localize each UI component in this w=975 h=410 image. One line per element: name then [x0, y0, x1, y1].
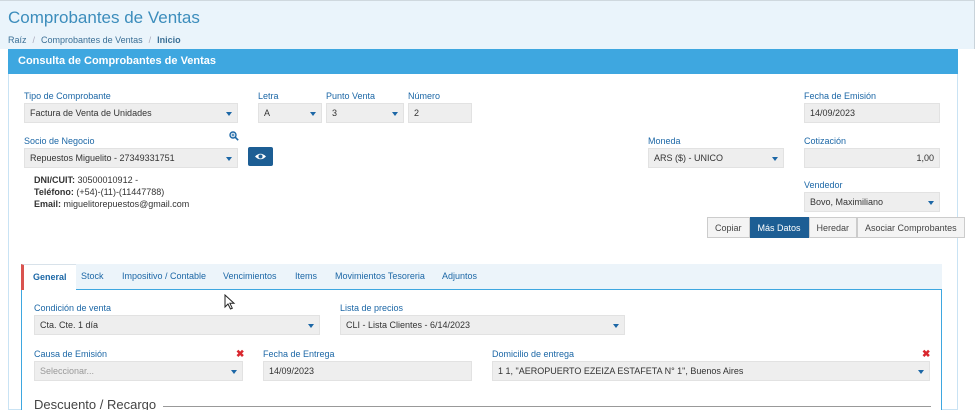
descuento-recargo-title: Descuento / Recargo	[34, 397, 157, 410]
moneda-label: Moneda	[648, 136, 681, 146]
cotizacion-label: Cotización	[804, 136, 847, 146]
domicilio-entrega-label: Domicilio de entrega	[492, 349, 575, 359]
chevron-down-icon	[226, 112, 232, 116]
punto-venta-value: 3	[332, 108, 338, 118]
panel-title: Consulta de Comprobantes de Ventas	[8, 49, 958, 74]
tab-general[interactable]: General	[21, 264, 76, 290]
tab-stock[interactable]: Stock	[81, 264, 104, 290]
moneda-select[interactable]: ARS ($) - UNICO	[648, 148, 784, 168]
tipo-comprobante-label: Tipo de Comprobante	[24, 91, 111, 101]
chevron-down-icon	[226, 157, 232, 161]
clear-domicilio-icon[interactable]: ✖	[922, 349, 930, 360]
fecha-emision-field[interactable]: 14/09/2023	[804, 103, 940, 123]
socio-negocio-label: Socio de Negocio	[24, 136, 95, 146]
asociar-comprobantes-button[interactable]: Asociar Comprobantes	[857, 217, 965, 238]
chevron-down-icon	[772, 157, 778, 161]
causa-emision-label: Causa de Emisión	[34, 349, 108, 359]
tab-vencimientos[interactable]: Vencimientos	[223, 264, 277, 290]
vendedor-value: Bovo, Maximiliano	[810, 197, 884, 207]
breadcrumb-root[interactable]: Raíz	[8, 35, 27, 45]
chevron-down-icon	[310, 112, 316, 116]
fecha-entrega-label: Fecha de Entrega	[263, 349, 335, 359]
section-divider	[163, 406, 931, 407]
action-buttons: Copiar Más Datos Heredar Asociar Comprob…	[707, 217, 965, 238]
tab-items[interactable]: Items	[295, 264, 317, 290]
condicion-venta-label: Condición de venta	[34, 303, 112, 313]
punto-venta-select[interactable]: 3	[326, 103, 404, 123]
view-partner-button[interactable]	[248, 147, 273, 166]
fecha-emision-label: Fecha de Emisión	[804, 91, 877, 101]
domicilio-entrega-value: 1 1, "AEROPUERTO EZEIZA ESTAFETA N° 1", …	[498, 366, 744, 376]
mas-datos-button[interactable]: Más Datos	[749, 217, 809, 238]
condicion-venta-value: Cta. Cte. 1 día	[40, 320, 99, 330]
page-title: Comprobantes de Ventas	[8, 8, 200, 27]
chevron-down-icon	[928, 201, 934, 205]
cotizacion-field[interactable]: 1,00	[804, 148, 940, 168]
clear-causa-emision-icon[interactable]: ✖	[236, 349, 244, 360]
phone-value: (+54)-(11)-(11447788)	[76, 187, 165, 197]
letra-select[interactable]: A	[258, 103, 322, 123]
email-value: miguelitorepuestos@gmail.com	[63, 199, 190, 209]
tipo-comprobante-select[interactable]: Factura de Venta de Unidades	[24, 103, 238, 123]
lista-precios-label: Lista de precios	[340, 303, 404, 313]
numero-field[interactable]: 2	[408, 103, 472, 123]
partner-email: Email: miguelitorepuestos@gmail.com	[34, 199, 189, 209]
email-label: Email:	[34, 199, 62, 209]
search-icon[interactable]	[229, 131, 239, 141]
condicion-venta-select[interactable]: Cta. Cte. 1 día	[34, 315, 320, 335]
punto-venta-label: Punto Venta	[326, 91, 376, 101]
tipo-comprobante-value: Factura de Venta de Unidades	[30, 108, 152, 118]
lista-precios-select[interactable]: CLI - Lista Clientes - 6/14/2023	[340, 315, 625, 335]
eye-icon	[255, 153, 266, 160]
socio-negocio-value: Repuestos Miguelito - 27349331751	[30, 153, 175, 163]
fecha-entrega-field[interactable]: 14/09/2023	[263, 361, 472, 381]
letra-label: Letra	[258, 91, 279, 101]
chevron-down-icon	[392, 112, 398, 116]
causa-emision-select[interactable]: Seleccionar...	[34, 361, 243, 381]
breadcrumb-separator: /	[32, 35, 36, 45]
tab-impositivo-contable[interactable]: Impositivo / Contable	[122, 264, 206, 290]
copiar-button[interactable]: Copiar	[707, 217, 750, 238]
letra-value: A	[264, 108, 271, 118]
domicilio-entrega-select[interactable]: 1 1, "AEROPUERTO EZEIZA ESTAFETA N° 1", …	[492, 361, 930, 381]
chevron-down-icon	[231, 370, 237, 374]
breadcrumb: Raíz / Comprobantes de Ventas / Inicio	[8, 35, 181, 45]
dni-label: DNI/CUIT:	[34, 175, 75, 185]
mouse-cursor-icon	[224, 294, 236, 310]
lista-precios-value: CLI - Lista Clientes - 6/14/2023	[346, 320, 471, 330]
moneda-value: ARS ($) - UNICO	[654, 153, 724, 163]
socio-negocio-select[interactable]: Repuestos Miguelito - 27349331751	[24, 148, 238, 168]
chevron-down-icon	[308, 324, 314, 328]
vendedor-select[interactable]: Bovo, Maximiliano	[804, 192, 940, 212]
vendedor-label: Vendedor	[804, 180, 843, 190]
partner-dni: DNI/CUIT: 30500010912 -	[34, 175, 138, 185]
chevron-down-icon	[918, 370, 924, 374]
dni-value: 30500010912 -	[77, 175, 139, 185]
breadcrumb-current: Inicio	[157, 35, 181, 45]
causa-emision-placeholder: Seleccionar...	[40, 366, 95, 376]
partner-phone: Teléfono: (+54)-(11)-(11447788)	[34, 187, 164, 197]
numero-label: Número	[408, 91, 441, 101]
phone-label: Teléfono:	[34, 187, 74, 197]
tab-movimientos-tesoreria[interactable]: Movimientos Tesoreria	[335, 264, 425, 290]
general-tab-content	[21, 289, 942, 410]
breadcrumb-comprobantes[interactable]: Comprobantes de Ventas	[41, 35, 143, 45]
heredar-button[interactable]: Heredar	[808, 217, 858, 238]
tab-adjuntos[interactable]: Adjuntos	[442, 264, 477, 290]
breadcrumb-separator: /	[148, 35, 152, 45]
chevron-down-icon	[613, 324, 619, 328]
